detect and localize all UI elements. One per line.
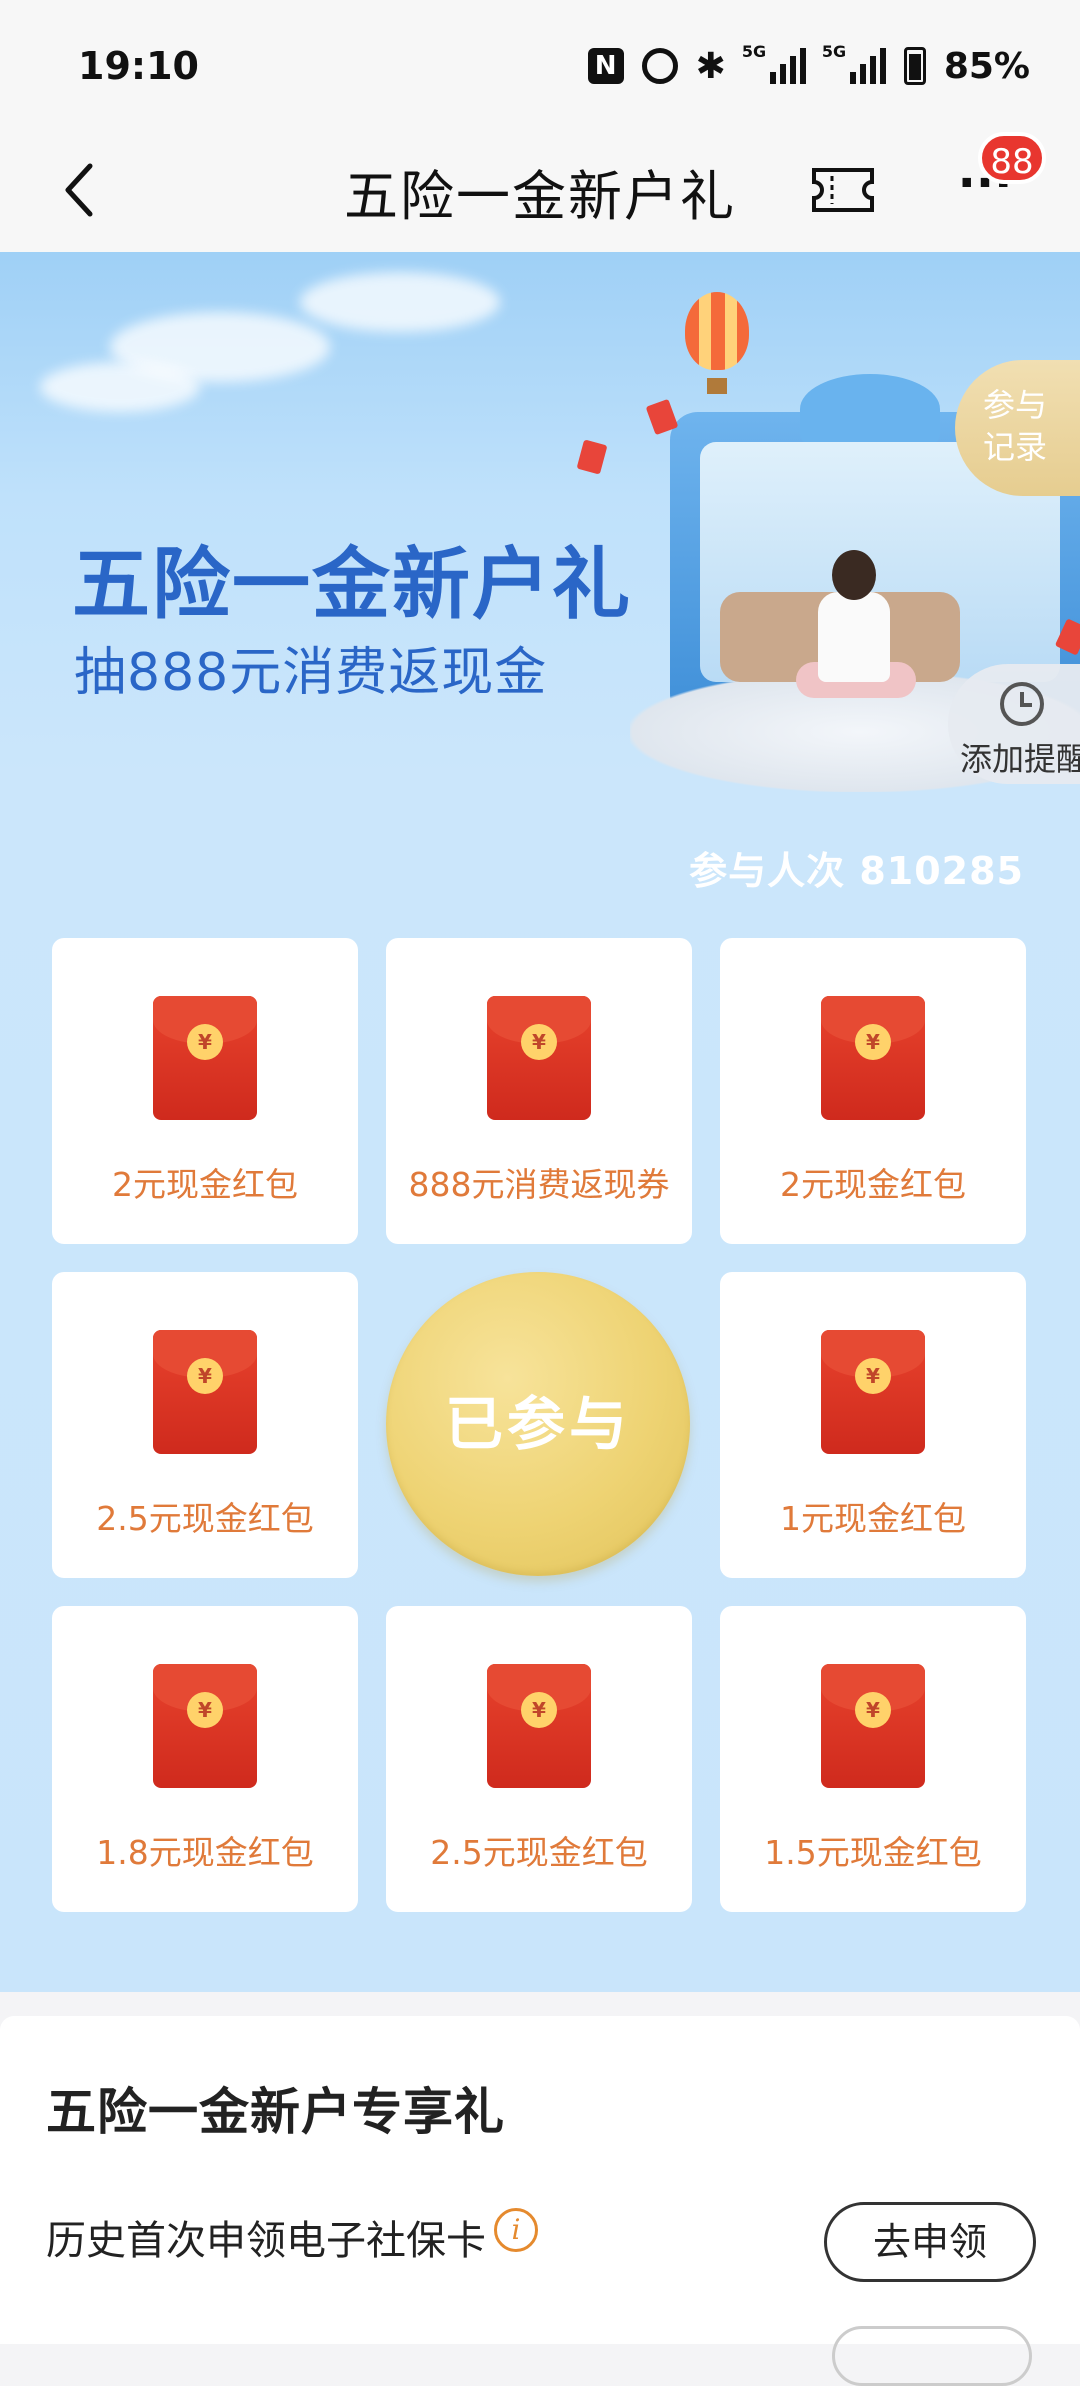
clock-icon bbox=[1000, 682, 1044, 726]
red-envelope-icon: ¥ bbox=[153, 1330, 257, 1454]
alarm-icon bbox=[641, 48, 678, 84]
exclusive-gift-section: 五险一金新户专享礼 历史首次申领电子社保卡 i 去申领 bbox=[0, 2016, 1080, 2386]
ticket-button[interactable] bbox=[810, 164, 876, 216]
status-icons: N ✱ 5G 5G 85% bbox=[587, 42, 1030, 88]
hero-banner: 五险一金新户礼 抽888元消费返现金 参与 记录 添加提醒 参与人次 810285… bbox=[0, 252, 1080, 1992]
cloud bbox=[40, 362, 200, 412]
prize-cell[interactable]: ¥ 2元现金红包 bbox=[52, 938, 358, 1244]
prize-label: 2元现金红包 bbox=[112, 1165, 298, 1204]
prize-cell[interactable]: ¥ 2.5元现金红包 bbox=[52, 1272, 358, 1578]
page-title: 五险一金新户礼 bbox=[344, 165, 736, 228]
hero-subtitle: 抽888元消费返现金 bbox=[74, 643, 548, 703]
status-time: 19:10 bbox=[78, 44, 199, 88]
prize-cell[interactable]: ¥ 1.8元现金红包 bbox=[52, 1606, 358, 1912]
red-envelope-icon: ¥ bbox=[487, 996, 591, 1120]
red-envelope-icon: ¥ bbox=[821, 996, 925, 1120]
prize-cell[interactable]: ¥ 2元现金红包 bbox=[720, 938, 1026, 1244]
balloon-icon bbox=[685, 292, 749, 370]
red-envelope-icon: ¥ bbox=[821, 1330, 925, 1454]
prize-cell[interactable]: ¥ 888元消费返现券 bbox=[386, 938, 692, 1244]
hero-title: 五险一金新户礼 bbox=[72, 540, 633, 630]
signal-icon: 5G bbox=[822, 42, 886, 84]
add-reminder-tab[interactable]: 添加提醒 bbox=[948, 664, 1080, 784]
red-envelope-icon bbox=[576, 439, 608, 475]
info-icon[interactable]: i bbox=[494, 2208, 538, 2252]
nfc-icon: N bbox=[587, 48, 624, 84]
bluetooth-icon: ✱ bbox=[695, 45, 726, 87]
battery-level: 85% bbox=[943, 45, 1030, 87]
red-envelope-icon: ¥ bbox=[153, 996, 257, 1120]
apply-button[interactable]: 去申领 bbox=[824, 2202, 1036, 2282]
participant-count: 参与人次 810285 bbox=[689, 849, 1024, 893]
next-row-button[interactable] bbox=[832, 2326, 1032, 2386]
red-envelope-icon: ¥ bbox=[487, 1664, 591, 1788]
prize-label: 1.8元现金红包 bbox=[96, 1833, 314, 1872]
prize-cell[interactable]: ¥ 2.5元现金红包 bbox=[386, 1606, 692, 1912]
prize-label: 2.5元现金红包 bbox=[96, 1499, 314, 1538]
ticket-icon bbox=[812, 168, 874, 212]
prize-grid: ¥ 2元现金红包 ¥ 888元消费返现券 ¥ 2元现金红包 ¥ 2.5元现金红包… bbox=[52, 938, 1026, 1914]
status-bar: 19:10 N ✱ 5G 5G 85% bbox=[0, 0, 1080, 128]
prize-cell[interactable]: ¥ 1元现金红包 bbox=[720, 1272, 1026, 1578]
prize-label: 1.5元现金红包 bbox=[764, 1833, 982, 1872]
red-envelope-icon: ¥ bbox=[821, 1664, 925, 1788]
draw-button[interactable]: 已参与 bbox=[386, 1272, 690, 1576]
prize-label: 2.5元现金红包 bbox=[430, 1833, 648, 1872]
prize-label: 1元现金红包 bbox=[780, 1499, 966, 1538]
records-tab[interactable]: 参与 记录 bbox=[955, 360, 1080, 496]
reminder-label: 添加提醒 bbox=[960, 740, 1080, 778]
task-label: 历史首次申领电子社保卡 bbox=[46, 2218, 486, 2264]
nav-bar: 五险一金新户礼 ··· 88 bbox=[0, 128, 1080, 252]
cloud bbox=[300, 272, 500, 332]
prize-label: 2元现金红包 bbox=[780, 1165, 966, 1204]
prize-cell[interactable]: ¥ 1.5元现金红包 bbox=[720, 1606, 1026, 1912]
prize-label: 888元消费返现券 bbox=[408, 1165, 670, 1204]
battery-icon bbox=[903, 47, 926, 85]
notification-badge: 88 bbox=[978, 132, 1046, 184]
section-title: 五险一金新户专享礼 bbox=[46, 2083, 505, 2141]
signal-icon: 5G bbox=[742, 42, 806, 84]
red-envelope-icon: ¥ bbox=[153, 1664, 257, 1788]
